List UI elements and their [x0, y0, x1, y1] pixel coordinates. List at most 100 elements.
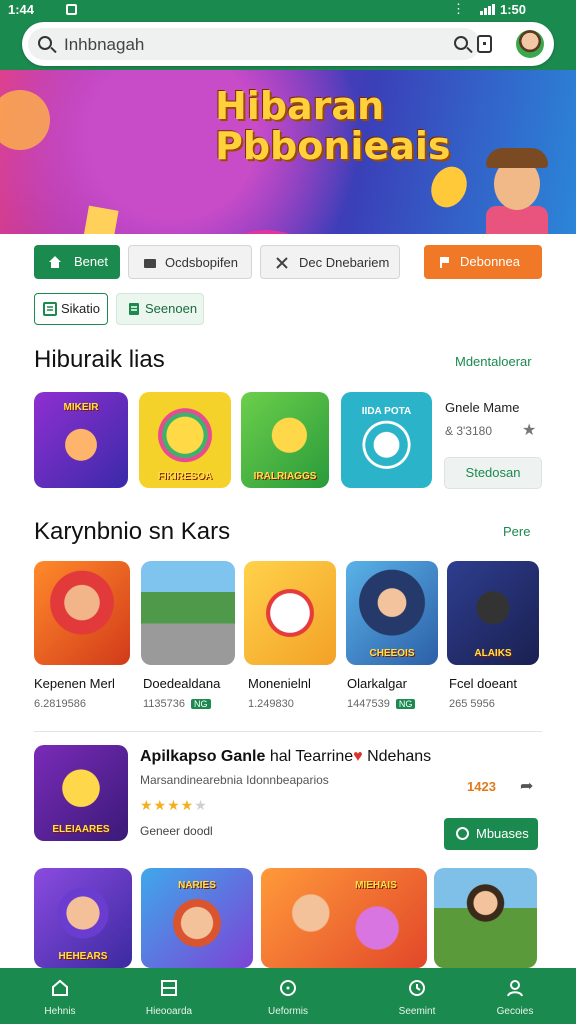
featured-app-icon[interactable]: ELEIAARES [34, 745, 128, 841]
game-tile[interactable] [141, 561, 235, 665]
game-meta-value: 6.2819586 [34, 698, 86, 710]
divider [34, 731, 542, 732]
game-tile[interactable]: CHEEOIS [346, 561, 438, 665]
nav-profile-label: Gecoies [496, 1006, 534, 1017]
nav-games[interactable]: Seemint [382, 968, 452, 1024]
heart-icon: ♥ [353, 748, 363, 765]
section-title-featured: Hiburaik lias [34, 346, 165, 373]
featured-download-button[interactable]: Mbuases [444, 818, 538, 850]
clock-icon [409, 980, 425, 996]
game-meta: 6.2819586 [34, 698, 86, 710]
app-tile-label: IIDA POTA [361, 406, 412, 417]
app-tile-label: MIKEIR [63, 402, 99, 413]
promo-banner[interactable]: Hibaran Pbbonieais [0, 70, 576, 234]
home-icon [49, 256, 61, 268]
status-time-right: 1:50 [500, 2, 527, 17]
game-name: Doedealdana [143, 676, 221, 691]
chip-home-label: Benet [74, 254, 108, 269]
game-tile-label: CHEEOIS [369, 648, 415, 659]
app-tile[interactable]: IIDA POTA [341, 392, 432, 488]
chip-downloads-label: Debonnea [460, 254, 520, 269]
featured-app-title-main: Apilkapso Ganle [140, 748, 266, 765]
compass-icon [280, 980, 296, 996]
star-icon: ★★★★ [140, 797, 195, 813]
search-input[interactable]: Inhbnagah [28, 28, 480, 60]
star-empty-icon: ★ [194, 797, 208, 813]
app-tile[interactable]: NARIES [141, 868, 253, 968]
chip-tools[interactable]: Dec Dnebariem [260, 245, 400, 279]
app-tile-label: FIKIRESOA [157, 471, 213, 482]
download-icon [456, 827, 469, 840]
avatar[interactable] [516, 30, 544, 58]
chip-tools-label: Dec Dnebariem [299, 255, 390, 270]
app-tile[interactable]: IRALRIAGGS [241, 392, 329, 488]
banner-title: Hibaran Pbbonieais [215, 86, 451, 166]
app-tile-label: NARIES [178, 880, 216, 891]
chip-list[interactable]: Sikatio [34, 293, 108, 325]
bottom-nav: Hehnis Hieooarda Ueformis Seemint Gecoie… [0, 968, 576, 1024]
game-name: Kepenen Merl [34, 676, 115, 691]
chip-saved[interactable]: Seenoen [116, 293, 204, 325]
nav-updates-label: Ueformis [267, 1006, 308, 1017]
nav-apps-label: Hieooarda [145, 1006, 193, 1017]
nav-home-label: Hehnis [44, 1006, 76, 1017]
game-meta: 1447539 NG [347, 698, 416, 710]
game-meta: 1135736 NG [143, 698, 211, 710]
app-tile-label: IRALRIAGGS [253, 471, 317, 482]
section-link-featured[interactable]: Mdentaloerar [455, 354, 532, 369]
flag-icon [440, 257, 449, 268]
chip-category[interactable]: Ocdsbopifen [128, 245, 252, 279]
status-time-left: 1:44 [8, 2, 35, 17]
chip-category-label: Ocdsbopifen [165, 255, 238, 270]
game-badge: NG [395, 699, 416, 709]
nav-apps[interactable]: Hieooarda [134, 968, 204, 1024]
game-meta-value: 1447539 [347, 698, 390, 710]
game-name: Olarkalgar [347, 676, 407, 691]
search-bar: Inhbnagah [22, 22, 554, 66]
section-link-games[interactable]: Pere [503, 524, 530, 539]
app-tile[interactable]: HEHEARS [34, 868, 132, 968]
app-tile[interactable]: MIEHAIS [261, 868, 427, 968]
price-label: 1423 [467, 779, 496, 794]
app-tile-label: MIEHAIS [355, 880, 397, 891]
home-icon [52, 979, 68, 996]
featured-app-subtitle: Marsandinearebnia Idonnbeaparios [140, 773, 329, 787]
featured-app-label: ELEIAARES [52, 824, 110, 835]
balloon-decoration [0, 90, 50, 150]
share-icon[interactable]: ➦ [520, 776, 533, 796]
nav-profile[interactable]: Gecoies [480, 968, 550, 1024]
more-status-icon: ⋮ [452, 1, 466, 16]
character-body [486, 206, 548, 234]
nav-updates[interactable]: Ueformis [253, 968, 323, 1024]
chip-home[interactable]: Benet [34, 245, 120, 279]
tabs-icon[interactable] [477, 35, 492, 53]
chip-downloads[interactable]: Debonnea [424, 245, 542, 279]
cube-decoration [83, 205, 119, 234]
featured-app-title-tail: Ndehans [362, 748, 432, 765]
game-name: Monenielnl [248, 676, 311, 691]
app-tile[interactable]: FIKIRESOA [139, 392, 231, 488]
game-tile[interactable]: ALAIKS [447, 561, 539, 665]
app-tile-label: HEHEARS [58, 951, 108, 962]
app-tile[interactable]: MIKEIR [34, 392, 128, 488]
section-title-games: Karynbnio sn Kars [34, 518, 231, 545]
app-name: Gnele Mame [445, 400, 520, 415]
game-meta-value: 265 5956 [449, 698, 495, 710]
game-tile[interactable] [34, 561, 130, 665]
search-submit-icon[interactable] [454, 36, 468, 50]
nav-home[interactable]: Hehnis [25, 968, 95, 1024]
install-button[interactable]: Stedosan [444, 457, 542, 489]
game-tile[interactable] [244, 561, 336, 665]
featured-app-title[interactable]: Apilkapso Ganle hal Tearrine♥ Ndehans [140, 748, 431, 766]
game-tile-label: ALAIKS [474, 648, 512, 659]
status-bar: 1:44 ⋮ 1:50 [0, 0, 576, 20]
ring-decoration [196, 230, 336, 234]
game-badge: NG [191, 699, 211, 709]
apps-icon [161, 980, 177, 996]
app-tile[interactable] [434, 868, 537, 968]
game-meta-value: 1135736 [143, 698, 186, 710]
developer-name: Geneer doodl [140, 824, 213, 838]
star-icon[interactable]: ★ [522, 420, 536, 440]
banner-title-line1: Hibaran [215, 84, 385, 128]
game-tile-art [244, 561, 336, 665]
